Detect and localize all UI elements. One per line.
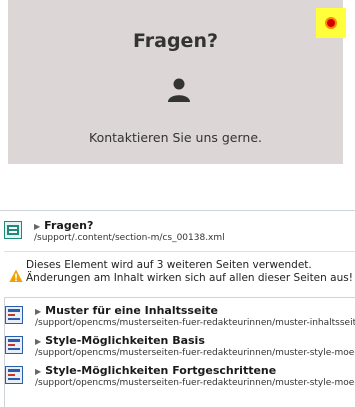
card-title: Fragen? [133, 30, 218, 52]
expand-arrow-icon[interactable]: ▶ [35, 307, 41, 316]
list-item[interactable]: ▶ Muster für eine Inhaltsseite /support/o… [5, 302, 355, 330]
expand-arrow-icon[interactable]: ▶ [35, 367, 41, 376]
page-icon [5, 306, 23, 324]
page-path: /support/opencms/musterseiten-fuer-redak… [35, 348, 355, 358]
card-text: Kontaktieren Sie uns gerne. [89, 130, 262, 145]
list-item[interactable]: ▶ Style-Möglichkeiten Fortgeschrittene /s… [5, 362, 355, 390]
page-path: /support/opencms/musterseiten-fuer-redak… [35, 378, 355, 388]
page-title: Style-Möglichkeiten Fortgeschrittene [45, 364, 277, 377]
list-item[interactable]: ▶ Style-Möglichkeiten Basis /support/open… [5, 332, 355, 360]
expand-arrow-icon[interactable]: ▶ [34, 222, 40, 231]
usage-warning: Dieses Element wird auf 3 weiteren Seite… [4, 257, 355, 299]
person-icon [168, 78, 190, 102]
page-icon [5, 336, 23, 354]
page-icon [5, 366, 23, 384]
warning-line-1: Dieses Element wird auf 3 weiteren Seite… [26, 259, 312, 271]
element-path: /support/.content/section-m/cs_00138.xml [34, 233, 225, 243]
element-row[interactable]: ▶ Fragen? /support/.content/section-m/cs_… [4, 217, 355, 245]
pages-list: ▶ Muster für eine Inhaltsseite /support/o… [4, 297, 355, 407]
warning-line-2: Änderungen am Inhalt wirken sich auf all… [26, 272, 353, 284]
warning-icon [9, 269, 23, 282]
page-path: /support/opencms/musterseiten-fuer-redak… [35, 318, 355, 328]
element-title: Fragen? [44, 219, 94, 232]
edit-point-icon [325, 17, 337, 29]
edit-point-button[interactable] [316, 8, 346, 38]
page-title: Muster für eine Inhaltsseite [45, 304, 218, 317]
element-usage-panel: ▶ Fragen? /support/.content/section-m/cs_… [0, 210, 355, 407]
divider [4, 251, 355, 252]
expand-arrow-icon[interactable]: ▶ [35, 337, 41, 346]
content-card: Fragen? Kontaktieren Sie uns gerne. [8, 0, 346, 164]
content-element-icon [4, 221, 22, 239]
page-title: Style-Möglichkeiten Basis [45, 334, 205, 347]
